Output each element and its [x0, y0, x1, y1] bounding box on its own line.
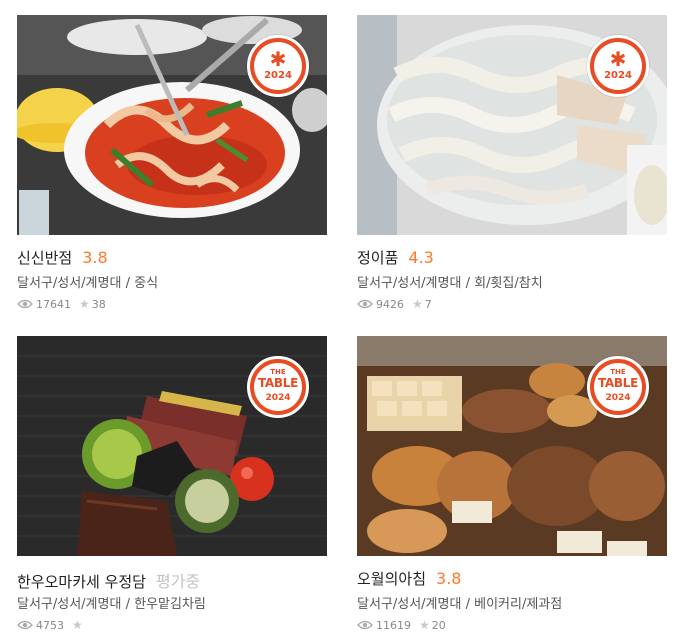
restaurant-score: 3.8 [82, 248, 108, 267]
star-icon: ★ [419, 618, 430, 632]
eye-icon [357, 620, 373, 630]
view-count: 9426 [376, 297, 404, 311]
restaurant-name[interactable]: 신신반점 [17, 247, 72, 268]
award-badge: ✱ 2024 [587, 35, 649, 97]
restaurant-card[interactable]: THE TABLE 2024 오월의아침 3.8 달서구/성서/계명대 / 베이… [357, 336, 667, 636]
separator: / [461, 597, 475, 612]
star-icon: ★ [79, 297, 90, 311]
location: 달서구/성서/계명대 [17, 276, 122, 291]
separator: / [121, 597, 135, 612]
award-badge: ✱ 2024 [247, 35, 309, 97]
eye-icon [357, 299, 373, 309]
restaurant-score: 평가중 [155, 572, 201, 591]
restaurant-meta: 달서구/성서/계명대 / 중식 [17, 272, 327, 291]
restaurant-stats: 11619 ★ 20 [357, 618, 667, 632]
review-count: 38 [91, 297, 106, 311]
view-count: 17641 [36, 297, 71, 311]
restaurant-stats: 9426 ★ 7 [357, 297, 667, 311]
restaurant-name[interactable]: 오월의아침 [357, 568, 426, 589]
location: 달서구/성서/계명대 [357, 276, 462, 291]
restaurant-meta: 달서구/성서/계명대 / 한우맡김차림 [17, 593, 327, 612]
restaurant-name[interactable]: 정이품 [357, 247, 398, 268]
star-icon: ★ [412, 297, 423, 311]
view-count: 11619 [376, 618, 411, 632]
restaurant-card[interactable]: THE TABLE 2024 한우오마카세 우정담 평가중 달서구/성서/계명대… [17, 336, 327, 636]
restaurant-card[interactable]: ✱ 2024 정이품 4.3 달서구/성서/계명대 / 회/횟집/참치 9426… [357, 15, 667, 315]
eye-icon [17, 299, 33, 309]
restaurant-score: 4.3 [408, 248, 434, 267]
badge-year: 2024 [604, 70, 632, 81]
restaurant-meta: 달서구/성서/계명대 / 회/횟집/참치 [357, 272, 667, 291]
view-count: 4753 [36, 618, 64, 632]
restaurant-photo[interactable]: ✱ 2024 [357, 15, 667, 235]
restaurant-score: 3.8 [436, 569, 462, 588]
award-badge: THE TABLE 2024 [247, 356, 309, 418]
restaurant-meta: 달서구/성서/계명대 / 베이커리/제과점 [357, 593, 667, 612]
restaurant-name[interactable]: 한우오마카세 우정담 [17, 571, 146, 592]
badge-year: 2024 [265, 393, 291, 403]
category: 회/횟집/참치 [474, 276, 543, 291]
location: 달서구/성서/계명대 [17, 597, 122, 612]
badge-year: 2024 [264, 70, 292, 81]
asterisk-icon: ✱ [609, 47, 627, 71]
location: 달서구/성서/계명대 [357, 597, 462, 612]
restaurant-stats: 4753 ★ [17, 618, 327, 632]
star-icon: ★ [72, 618, 83, 632]
review-count: 20 [431, 618, 446, 632]
badge-table: TABLE [257, 376, 299, 390]
restaurant-stats: 17641 ★ 38 [17, 297, 327, 311]
badge-the: THE [610, 368, 626, 376]
eye-icon [17, 620, 33, 630]
category: 중식 [134, 276, 159, 291]
restaurant-card[interactable]: ✱ 2024 신신반점 3.8 달서구/성서/계명대 / 중식 17641 ★ … [17, 15, 327, 315]
badge-the: THE [270, 368, 286, 376]
restaurant-photo[interactable]: THE TABLE 2024 [17, 336, 327, 556]
badge-table: TABLE [597, 376, 639, 390]
badge-year: 2024 [605, 393, 631, 403]
category: 한우맡김차림 [134, 597, 206, 612]
asterisk-icon: ✱ [269, 47, 287, 71]
restaurant-photo[interactable]: THE TABLE 2024 [357, 336, 667, 556]
award-badge: THE TABLE 2024 [587, 356, 649, 418]
review-count: 7 [424, 297, 432, 311]
restaurant-photo[interactable]: ✱ 2024 [17, 15, 327, 235]
separator: / [461, 276, 475, 291]
separator: / [121, 276, 135, 291]
category: 베이커리/제과점 [474, 597, 563, 612]
